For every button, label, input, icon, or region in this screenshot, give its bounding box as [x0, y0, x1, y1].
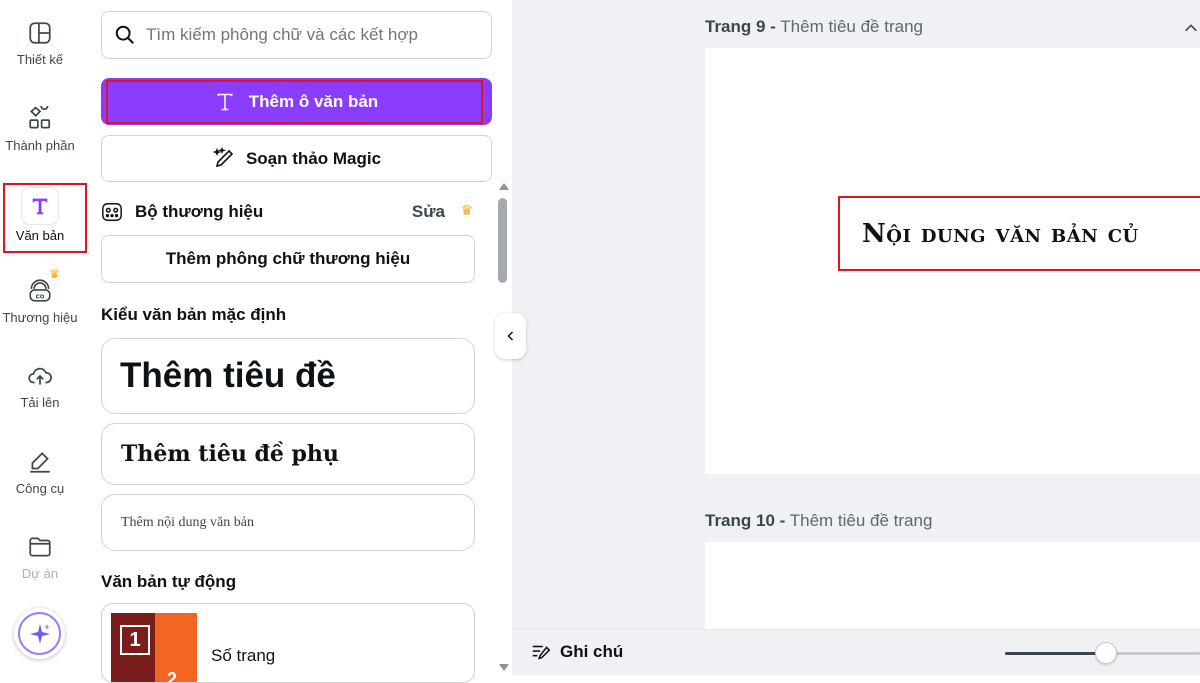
magic-pen-icon	[212, 146, 234, 167]
shapes-icon	[29, 106, 51, 129]
chevron-up-icon[interactable]	[1183, 20, 1199, 36]
sidebar-item-label: Tải lên	[20, 395, 60, 410]
add-body-text-label: Thêm nội dung văn bản	[121, 514, 254, 530]
text-panel: Thêm ô văn bản Soạn thảo Magic Bộ thương…	[88, 0, 512, 683]
notes-button[interactable]: Ghi chú	[530, 641, 623, 663]
crown-icon: ♛	[49, 267, 60, 281]
folder-icon	[29, 537, 51, 557]
sidebar-item-label: Thương hiệu	[2, 310, 78, 325]
notes-icon	[532, 645, 551, 660]
page-number: Trang 9 -	[705, 17, 776, 36]
sidebar-item-projects[interactable]: Dự án	[0, 534, 80, 584]
chevron-left-icon	[506, 331, 513, 341]
brand-kit-edit-link[interactable]: Sửa	[412, 202, 445, 222]
add-brand-font-button[interactable]: Thêm phông chữ thương hiệu	[101, 235, 475, 283]
scroll-down-arrow[interactable]	[499, 664, 509, 671]
sidebar-item-elements[interactable]: Thành phần	[0, 106, 80, 176]
brand-kit-row: Bộ thương hiệu Sửa ♛	[101, 200, 475, 224]
cloud-upload-icon	[28, 367, 52, 385]
sidebar-item-uploads[interactable]: Tải lên	[0, 363, 80, 433]
magic-assistant-button[interactable]	[14, 608, 65, 659]
page-9-label[interactable]: Trang 9 - Thêm tiêu đề trang	[705, 17, 923, 37]
sidebar-item-label: Công cụ	[15, 481, 65, 496]
crown-icon: ♛	[460, 202, 473, 218]
page-9-text-box[interactable]: Nội dung văn bản củ	[838, 196, 1200, 271]
add-subheading-card[interactable]: Thêm tiêu đề phụ	[101, 423, 475, 485]
add-brand-font-label: Thêm phông chữ thương hiệu	[165, 249, 411, 268]
sidebar-item-brand[interactable]: co Thương hiệu	[0, 278, 80, 348]
page-number-card[interactable]: 1 2 Số trang	[101, 603, 475, 683]
font-search-input[interactable]	[146, 25, 466, 45]
page-number-thumbnail: 1 2	[111, 613, 197, 683]
magic-write-label: Soạn thảo Magic	[245, 148, 382, 168]
search-icon	[115, 25, 134, 44]
left-rail: Thiết kế Thành phần Văn bản co Thương hi…	[0, 0, 88, 675]
page-title: Thêm tiêu đề trang	[780, 17, 923, 36]
svg-text:co: co	[36, 292, 45, 301]
brand-icon: co	[29, 279, 51, 302]
page-10-canvas[interactable]	[705, 542, 1200, 629]
brand-kit-title: Bộ thương hiệu	[135, 202, 264, 221]
thumbnail-number: 1	[120, 625, 150, 655]
sidebar-item-label: Thiết kế	[16, 52, 64, 67]
magic-write-button[interactable]: Soạn thảo Magic	[101, 135, 492, 182]
add-subheading-label: Thêm tiêu đề phụ	[121, 441, 339, 467]
add-heading-label: Thêm tiêu đề	[120, 356, 336, 395]
scroll-up-arrow[interactable]	[499, 183, 509, 190]
sidebar-item-design[interactable]: Thiết kế	[0, 20, 80, 90]
highlight-box-text	[3, 183, 87, 253]
font-search-box[interactable]	[101, 11, 492, 59]
sidebar-item-label: Thành phần	[5, 138, 75, 153]
sidebar-item-tools[interactable]: Công cụ	[0, 449, 80, 519]
add-body-text-card[interactable]: Thêm nội dung văn bản	[101, 494, 475, 551]
notes-label: Ghi chú	[560, 642, 624, 661]
page-10-label[interactable]: Trang 10 - Thêm tiêu đề trang	[705, 511, 932, 531]
page-title: Thêm tiêu đề trang	[789, 511, 933, 530]
page-number: Trang 10 -	[705, 511, 786, 530]
thumbnail-number-2: 2	[167, 669, 178, 683]
page-number-label: Số trang	[211, 646, 276, 665]
brand-kit-icon	[102, 203, 122, 221]
page-9-text: Nội dung văn bản củ	[862, 219, 1139, 249]
sidebar-item-label: Dự án	[21, 566, 59, 581]
collapse-panel-button[interactable]	[495, 313, 526, 359]
panel-scrollbar-thumb[interactable]	[498, 198, 507, 283]
default-styles-title: Kiểu văn bản mặc định	[101, 305, 287, 324]
pen-tool-icon	[30, 452, 50, 473]
add-heading-card[interactable]: Thêm tiêu đề	[101, 338, 475, 414]
auto-text-title: Văn bản tự động	[101, 572, 237, 591]
highlight-box-add-textbox	[106, 80, 483, 124]
layout-icon	[29, 22, 51, 44]
zoom-slider-fill	[1005, 652, 1107, 655]
sparkle-icon	[29, 623, 50, 644]
